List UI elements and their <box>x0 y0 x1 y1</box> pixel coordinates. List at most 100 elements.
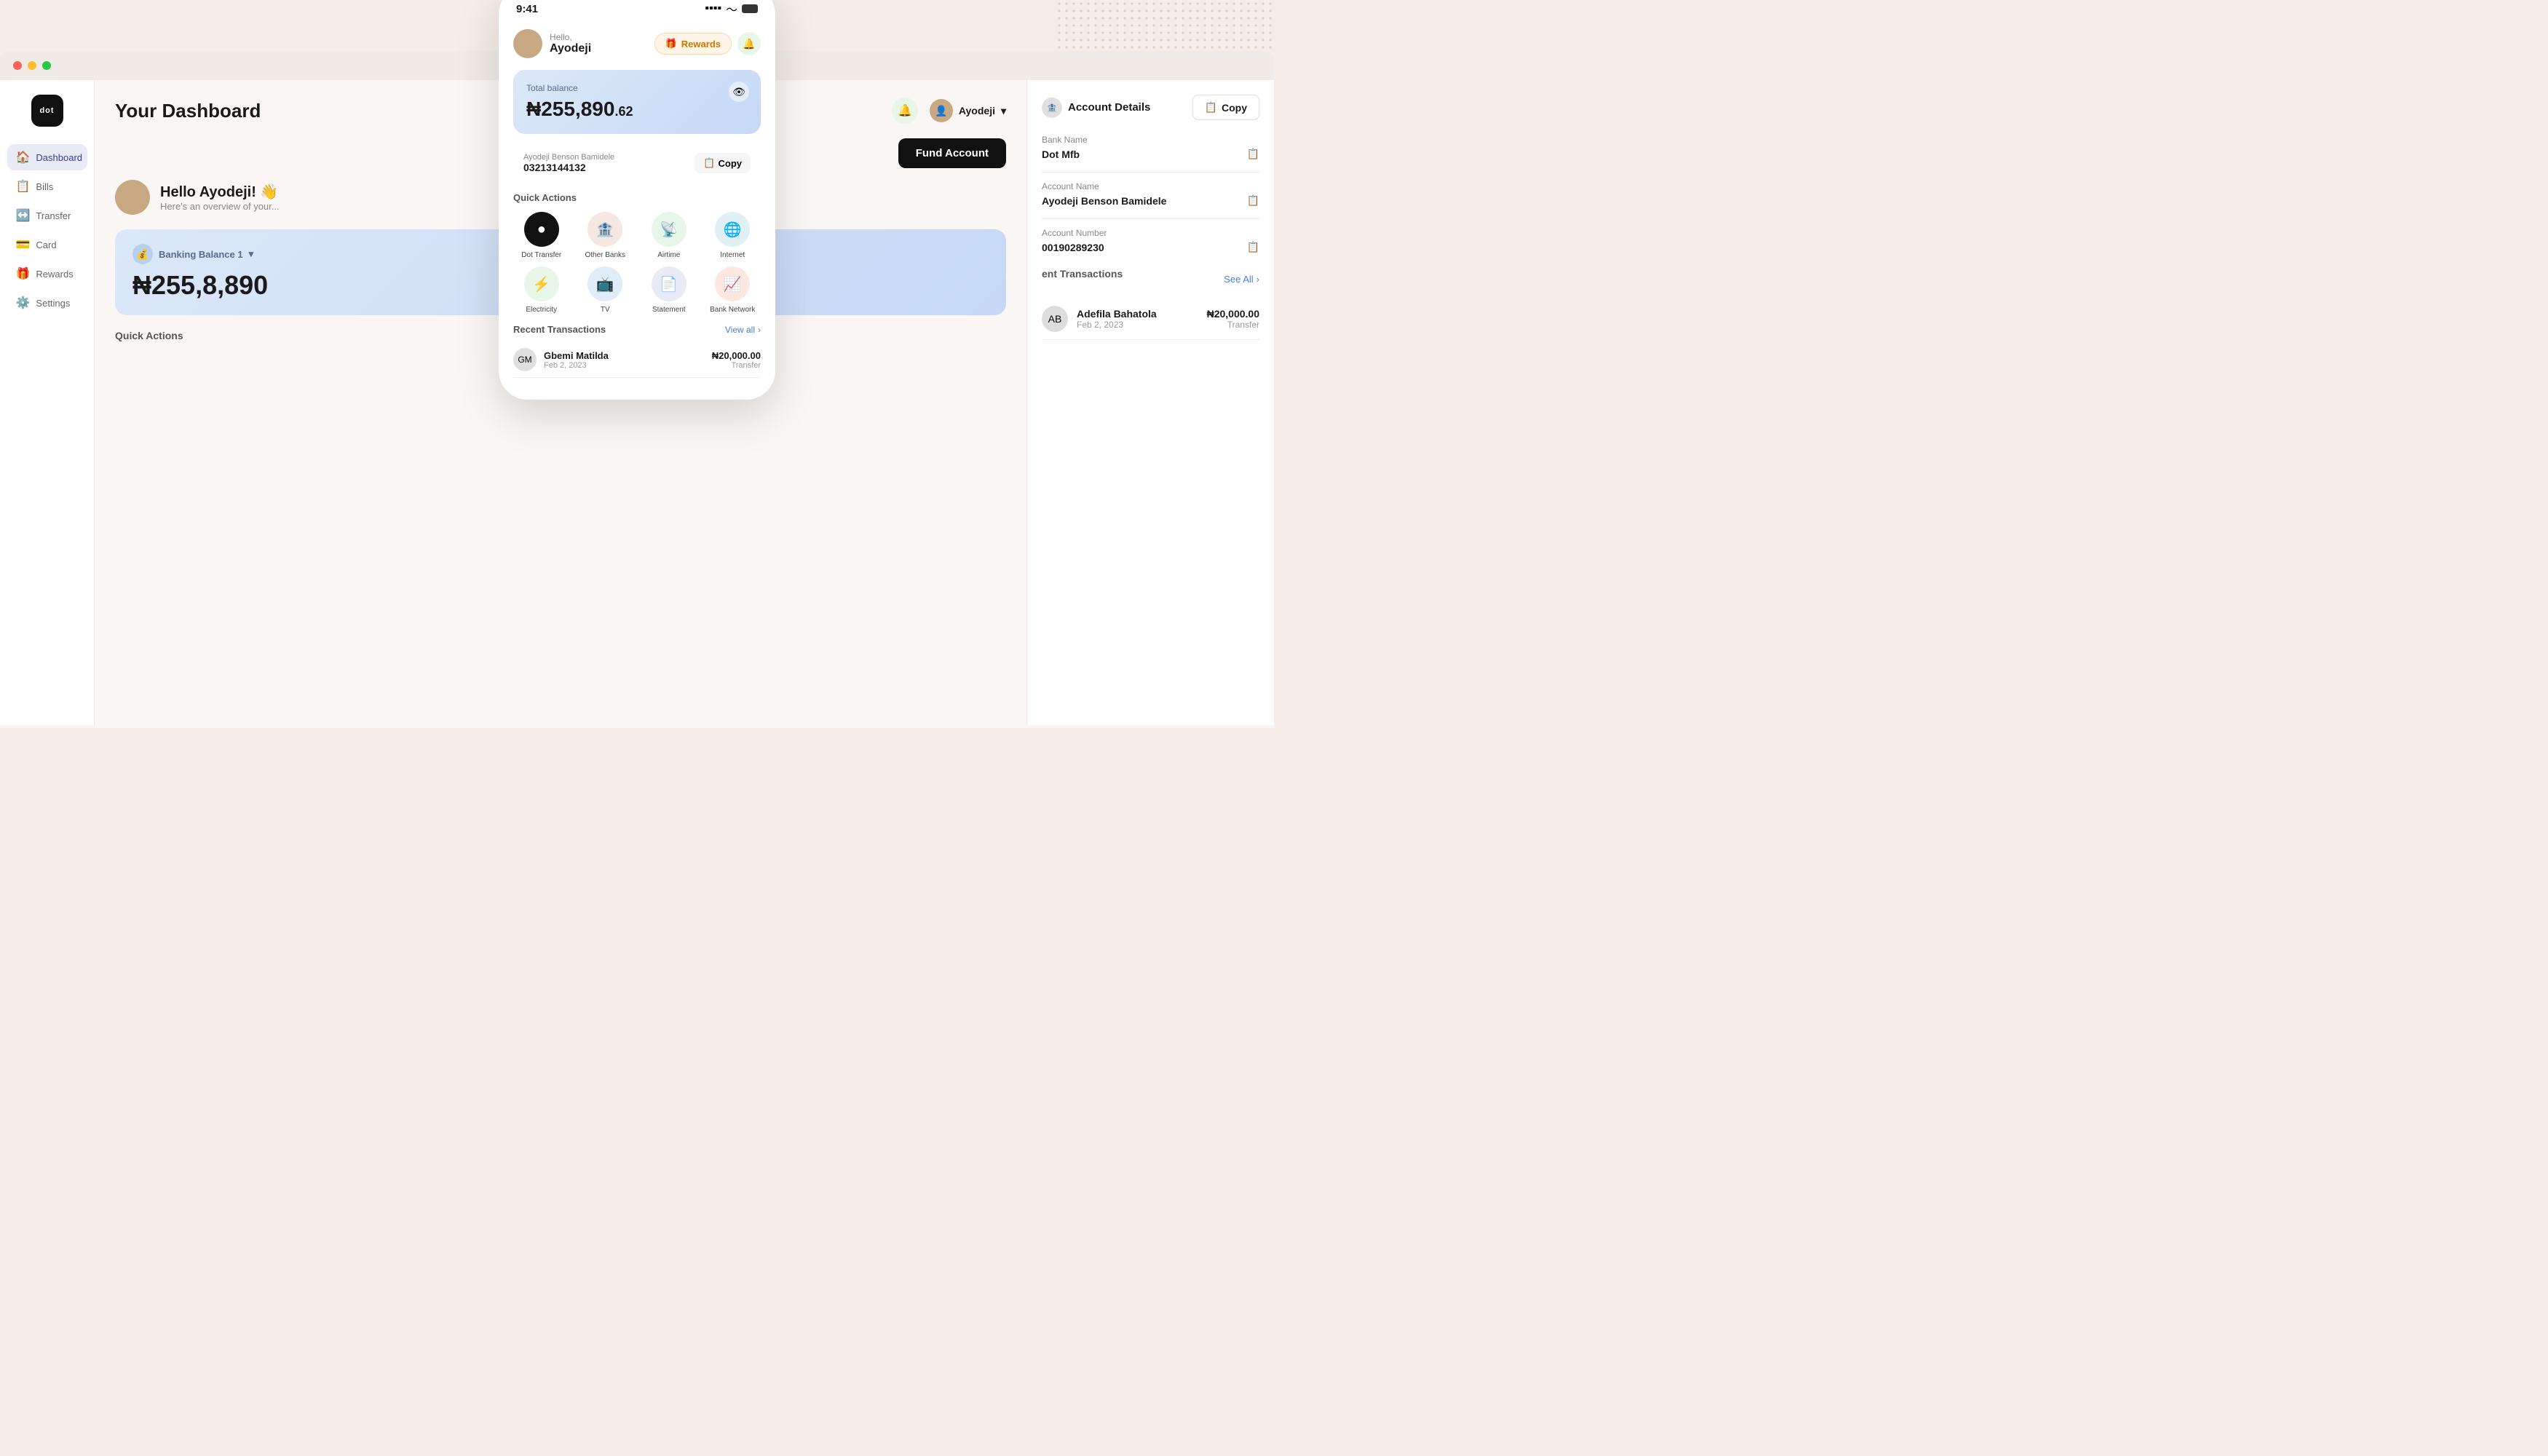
mac-maximize-dot[interactable] <box>42 61 51 70</box>
settings-icon: ⚙️ <box>16 296 31 310</box>
phone-tx-date: Feb 2, 2023 <box>544 361 609 370</box>
balance-icon: 💰 <box>132 244 153 264</box>
mac-minimize-dot[interactable] <box>28 61 36 70</box>
phone-status-icons: ▪▪▪▪ 〜 <box>705 0 758 17</box>
phone-action-dot-transfer[interactable]: ● Dot Transfer <box>513 212 570 259</box>
phone-greeting: Hello, Ayodeji <box>513 29 591 58</box>
electricity-icon: ⚡ <box>524 266 559 301</box>
account-number-copy-icon[interactable]: 📋 <box>1247 241 1259 253</box>
phone-eye-icon[interactable]: 👁 <box>729 82 749 102</box>
table-row: AB Adefila Bahatola Feb 2, 2023 ₦20,000.… <box>1042 298 1259 340</box>
battery-icon <box>742 4 758 13</box>
sidebar-label-card: Card <box>36 240 56 250</box>
rewards-icon: 🎁 <box>16 266 31 281</box>
phone-tx-amount: ₦20,000.00 <box>712 350 761 361</box>
greeting-text: Hello Ayodeji! 👋 Here's an overview of y… <box>160 183 280 212</box>
sidebar-label-dashboard: Dashboard <box>36 152 82 163</box>
bank-name-copy-icon[interactable]: 📋 <box>1247 148 1259 160</box>
chevron-right-icon: › <box>1257 274 1259 285</box>
tv-icon: 📺 <box>587 266 622 301</box>
statement-label: Statement <box>652 306 686 314</box>
phone-balance-label: Total balance <box>526 83 748 93</box>
fund-account-button[interactable]: Fund Account <box>898 138 1006 168</box>
user-chip[interactable]: 👤 Ayodeji ▾ <box>930 99 1006 122</box>
phone-action-electricity[interactable]: ⚡ Electricity <box>513 266 570 314</box>
phone-balance-amount: ₦255,890.62 <box>526 98 748 121</box>
user-name: Ayodeji <box>959 105 995 116</box>
account-number-label: Account Number <box>1042 228 1259 238</box>
phone-overlay: 9:41 ▪▪▪▪ 〜 Hello, Ayodeji 🎁 Rewards 🔔 T… <box>499 0 775 400</box>
phone-account-number: 03213144132 <box>523 162 614 173</box>
rewards-icon: 🎁 <box>665 38 677 50</box>
tx-amount: ₦20,000.00 <box>1207 308 1259 320</box>
other-banks-icon: 🏦 <box>587 212 622 247</box>
bank-network-icon: 📈 <box>715 266 750 301</box>
airtime-label: Airtime <box>657 251 680 259</box>
bills-icon: 📋 <box>16 179 31 194</box>
copy-button-details[interactable]: 📋 Copy <box>1192 95 1259 120</box>
notification-bell[interactable]: 🔔 <box>892 98 918 124</box>
sidebar-item-card[interactable]: 💳 Card <box>7 232 87 258</box>
phone-quick-actions-label: Quick Actions <box>513 192 761 203</box>
chevron-right-icon: › <box>758 325 761 335</box>
phone-status-bar: 9:41 ▪▪▪▪ 〜 <box>513 0 761 17</box>
sidebar-label-rewards: Rewards <box>36 269 73 280</box>
phone-view-all-link[interactable]: View all › <box>725 325 761 335</box>
dot-transfer-label: Dot Transfer <box>521 251 561 259</box>
phone-recent-label: Recent Transactions <box>513 324 606 335</box>
phone-copy-button[interactable]: 📋 Copy <box>695 153 751 173</box>
account-details-title: 🏦 Account Details <box>1042 98 1150 118</box>
sidebar-item-settings[interactable]: ⚙️ Settings <box>7 290 87 316</box>
sidebar-item-bills[interactable]: 📋 Bills <box>7 173 87 199</box>
internet-icon: 🌐 <box>715 212 750 247</box>
sidebar-item-transfer[interactable]: ↔️ Transfer <box>7 202 87 229</box>
phone-notification-bell[interactable]: 🔔 <box>737 32 761 55</box>
phone-action-statement[interactable]: 📄 Statement <box>641 266 697 314</box>
phone-tx-avatar: GM <box>513 348 537 371</box>
sidebar-label-settings: Settings <box>36 298 70 309</box>
phone-tx-name: Gbemi Matilda <box>544 350 609 361</box>
phone-action-other-banks[interactable]: 🏦 Other Banks <box>577 212 634 259</box>
phone-action-internet[interactable]: 🌐 Internet <box>705 212 761 259</box>
account-name-label: Account Name <box>1042 181 1259 191</box>
airtime-icon: 📡 <box>652 212 687 247</box>
sidebar-label-transfer: Transfer <box>36 210 71 221</box>
phone-action-bank-network[interactable]: 📈 Bank Network <box>705 266 761 314</box>
tx-avatar: AB <box>1042 306 1068 332</box>
separator <box>1042 172 1259 173</box>
phone-tx-item: GM Gbemi Matilda Feb 2, 2023 ₦20,000.00 … <box>513 342 761 378</box>
greeting-avatar <box>115 180 150 215</box>
phone-hello-text: Hello, <box>550 32 591 42</box>
account-name-value: Ayodeji Benson Bamidele <box>1042 195 1166 207</box>
phone-account-name: Ayodeji Benson Bamidele <box>523 153 614 162</box>
chevron-down-icon: ▾ <box>249 248 254 260</box>
electricity-label: Electricity <box>526 306 557 314</box>
right-panel: 🏦 Account Details 📋 Copy Bank Name Dot M… <box>1026 80 1274 725</box>
copy-icon: 📋 <box>703 157 715 169</box>
account-icon: 🏦 <box>1042 98 1062 118</box>
other-banks-label: Other Banks <box>585 251 625 259</box>
phone-action-tv[interactable]: 📺 TV <box>577 266 634 314</box>
page-title: Your Dashboard <box>115 100 261 122</box>
sidebar-label-bills: Bills <box>36 181 53 192</box>
mac-close-dot[interactable] <box>13 61 22 70</box>
greeting-subtitle: Here's an overview of your... <box>160 201 280 212</box>
phone-recent-header: Recent Transactions View all › <box>513 324 761 335</box>
phone-action-airtime[interactable]: 📡 Airtime <box>641 212 697 259</box>
phone-avatar <box>513 29 542 58</box>
transfer-icon: ↔️ <box>16 208 31 223</box>
dot-transfer-icon: ● <box>524 212 559 247</box>
phone-account-row: Ayodeji Benson Bamidele 03213144132 📋 Co… <box>513 144 761 182</box>
sidebar-item-rewards[interactable]: 🎁 Rewards <box>7 261 87 287</box>
phone-rewards-button[interactable]: 🎁 Rewards <box>654 33 732 55</box>
separator-2 <box>1042 218 1259 219</box>
account-number-value: 00190289230 <box>1042 242 1104 253</box>
chevron-down-icon: ▾ <box>1001 105 1006 117</box>
tv-label: TV <box>601 306 610 314</box>
greeting-hello: Hello Ayodeji! 👋 <box>160 183 280 201</box>
sidebar-item-dashboard[interactable]: 🏠 Dashboard <box>7 144 87 170</box>
account-name-copy-icon[interactable]: 📋 <box>1247 194 1259 207</box>
account-name-row: Account Name Ayodeji Benson Bamidele 📋 <box>1042 181 1259 207</box>
phone-tx-type: Transfer <box>712 361 761 370</box>
see-all-link[interactable]: See All › <box>1224 274 1259 285</box>
